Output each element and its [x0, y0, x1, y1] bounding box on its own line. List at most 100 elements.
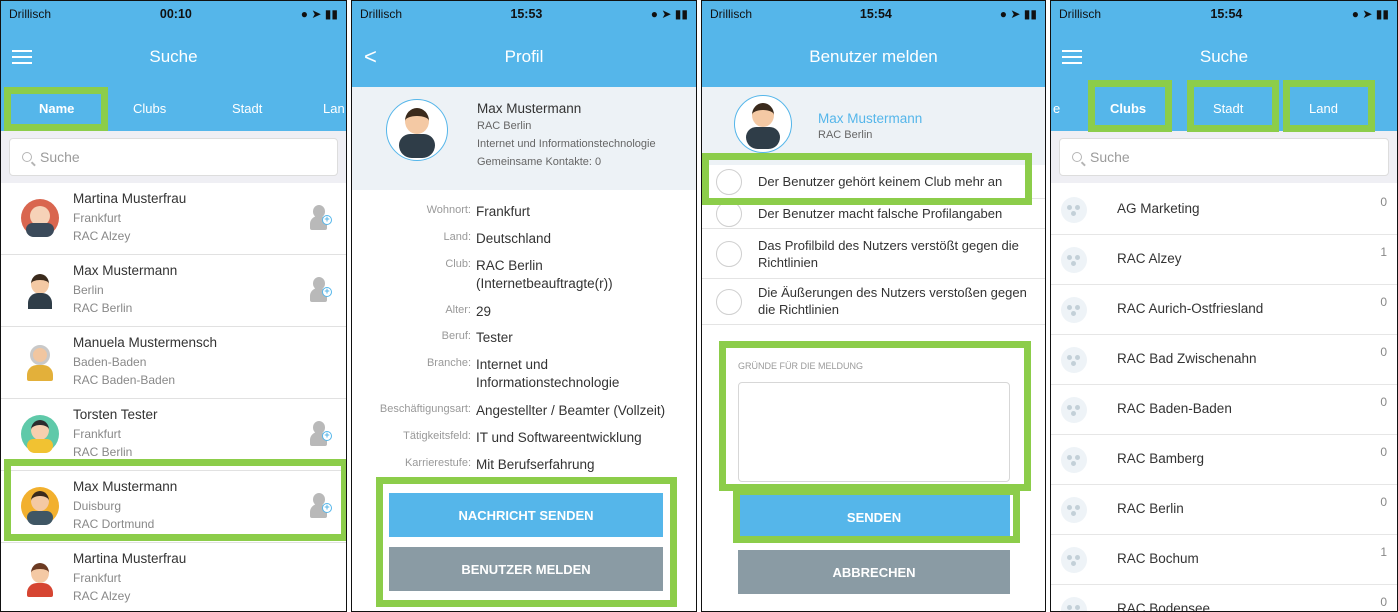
page-title: Suche — [149, 47, 198, 66]
people-list: Martina Musterfrau Frankfurt RAC Alzey +… — [1, 183, 346, 611]
person-city: Frankfurt — [73, 571, 122, 585]
highlight-clubs-tab — [1088, 80, 1172, 132]
report-option[interactable]: Die Äußerungen des Nutzers verstoßen geg… — [702, 279, 1045, 325]
highlight-stadt-tab — [1187, 80, 1279, 132]
person-name: Martina Musterfrau — [73, 551, 187, 566]
highlight-reason — [719, 341, 1031, 491]
list-item[interactable]: Manuela Mustermensch Baden-Baden RAC Bad… — [1, 327, 346, 399]
menu-icon[interactable] — [12, 50, 32, 64]
person-club: RAC Berlin — [73, 445, 133, 459]
nav-bar: Benutzer melden — [702, 27, 1045, 87]
reported-user-name[interactable]: Max Mustermann — [818, 111, 922, 126]
list-item[interactable]: RAC Aurich-Ostfriesland 0 — [1051, 285, 1397, 335]
list-item[interactable]: AG Marketing 0 — [1051, 185, 1397, 235]
profile-contacts: Gemeinsame Kontakte: 0 — [477, 156, 602, 168]
group-icon — [1061, 197, 1087, 223]
highlight-send — [733, 488, 1020, 543]
menu-icon[interactable] — [1062, 50, 1082, 64]
list-item[interactable]: RAC Berlin 0 — [1051, 485, 1397, 535]
battery-icon: ● ➤ ▮▮ — [1351, 7, 1389, 21]
battery-icon: ● ➤ ▮▮ — [650, 7, 688, 21]
tab-stadt[interactable]: Stadt — [232, 87, 262, 131]
carrier-label: Drillisch — [710, 7, 752, 21]
profile-header: Max Mustermann RAC Berlin Internet und I… — [352, 87, 696, 190]
group-icon — [1061, 497, 1087, 523]
status-bar: Drillisch 15:53 ● ➤ ▮▮ — [352, 1, 696, 27]
tab-name[interactable]: e — [1053, 87, 1060, 131]
clock: 15:54 — [1210, 7, 1243, 21]
carrier-label: Drillisch — [1059, 7, 1101, 21]
avatar — [21, 559, 59, 597]
status-bar: Drillisch 00:10 ● ➤ ▮▮ — [1, 1, 346, 27]
person-name: Max Mustermann — [73, 263, 178, 278]
list-item[interactable]: RAC Bodensee 0 — [1051, 585, 1397, 611]
person-city: Frankfurt — [73, 427, 122, 441]
radio-button[interactable] — [716, 289, 742, 315]
list-item[interactable]: RAC Bochum 1 — [1051, 535, 1397, 585]
list-item[interactable]: Max Mustermann Berlin RAC Berlin + — [1, 255, 346, 327]
person-club: RAC Baden-Baden — [73, 373, 176, 387]
clock: 15:54 — [859, 7, 892, 21]
group-icon — [1061, 597, 1087, 611]
search-screen-name: Drillisch 00:10 ● ➤ ▮▮ Suche Name Clubs … — [0, 0, 347, 612]
battery-icon: ● ➤ ▮▮ — [999, 7, 1037, 21]
cancel-button[interactable]: ABBRECHEN — [738, 550, 1010, 594]
back-icon[interactable]: < — [364, 44, 377, 70]
list-item[interactable]: RAC Bamberg 0 — [1051, 435, 1397, 485]
tab-land[interactable]: Lan — [323, 87, 345, 131]
highlight-buttons — [376, 477, 677, 607]
clock: 15:53 — [510, 7, 543, 21]
person-city: Baden-Baden — [73, 355, 147, 369]
status-bar: Drillisch 15:54 ● ➤ ▮▮ — [702, 1, 1045, 27]
avatar — [21, 415, 59, 453]
avatar — [21, 199, 59, 237]
group-icon — [1061, 397, 1087, 423]
person-club: RAC Alzey — [73, 589, 131, 603]
group-icon — [1061, 547, 1087, 573]
highlight-land-tab — [1283, 80, 1375, 132]
nav-bar: < Profil — [352, 27, 696, 87]
avatar — [21, 343, 59, 381]
profile-club: RAC Berlin — [477, 120, 532, 132]
carrier-label: Drillisch — [9, 7, 51, 21]
search-icon — [22, 152, 32, 162]
list-item[interactable]: Martina Musterfrau Frankfurt RAC Alzey + — [1, 183, 346, 255]
page-title: Benutzer melden — [809, 47, 938, 66]
report-option[interactable]: Das Profilbild des Nutzers verstößt gege… — [702, 229, 1045, 279]
search-input[interactable]: Suche — [1059, 138, 1389, 176]
profile-name: Max Mustermann — [477, 101, 582, 116]
person-name: Manuela Mustermensch — [73, 335, 218, 350]
page-title: Suche — [1199, 47, 1249, 66]
search-input[interactable]: Suche — [9, 138, 338, 176]
carrier-label: Drillisch — [360, 7, 402, 21]
list-item[interactable]: RAC Baden-Baden 0 — [1051, 385, 1397, 435]
add-contact-icon[interactable]: + — [310, 277, 332, 303]
profile-details: Wohnort: Frankfurt Land: Deutschland Club:… — [379, 204, 666, 472]
nav-bar: Suche — [1, 27, 346, 87]
list-item[interactable]: RAC Bad Zwischenahn 0 — [1051, 335, 1397, 385]
radio-button[interactable] — [716, 241, 742, 267]
add-contact-icon[interactable]: + — [310, 421, 332, 447]
person-city: Berlin — [73, 283, 104, 297]
avatar — [386, 99, 448, 161]
highlight-person-row — [4, 459, 346, 541]
clock: 00:10 — [159, 7, 192, 21]
group-icon — [1061, 247, 1087, 273]
group-icon — [1061, 447, 1087, 473]
highlight-name-tab — [4, 87, 108, 131]
club-list: AG Marketing 0 RAC Alzey 1 RAC Aurich-Ostf… — [1051, 185, 1397, 611]
group-icon — [1061, 347, 1087, 373]
search-screen-clubs: Drillisch 15:54 ● ➤ ▮▮ Suche e Clubs Sta… — [1050, 0, 1398, 612]
add-contact-icon[interactable]: + — [310, 205, 332, 231]
person-name: Martina Musterfrau — [73, 191, 187, 206]
battery-icon: ● ➤ ▮▮ — [300, 7, 338, 21]
avatar — [734, 95, 792, 153]
nav-bar: Suche — [1051, 27, 1397, 87]
person-club: RAC Alzey — [73, 229, 131, 243]
person-club: RAC Berlin — [73, 301, 133, 315]
person-city: Frankfurt — [73, 211, 122, 225]
tab-clubs[interactable]: Clubs — [133, 87, 166, 131]
highlight-first-option — [702, 153, 1032, 205]
list-item[interactable]: RAC Alzey 1 — [1051, 235, 1397, 285]
list-item[interactable]: Martina Musterfrau Frankfurt RAC Alzey — [1, 543, 346, 611]
